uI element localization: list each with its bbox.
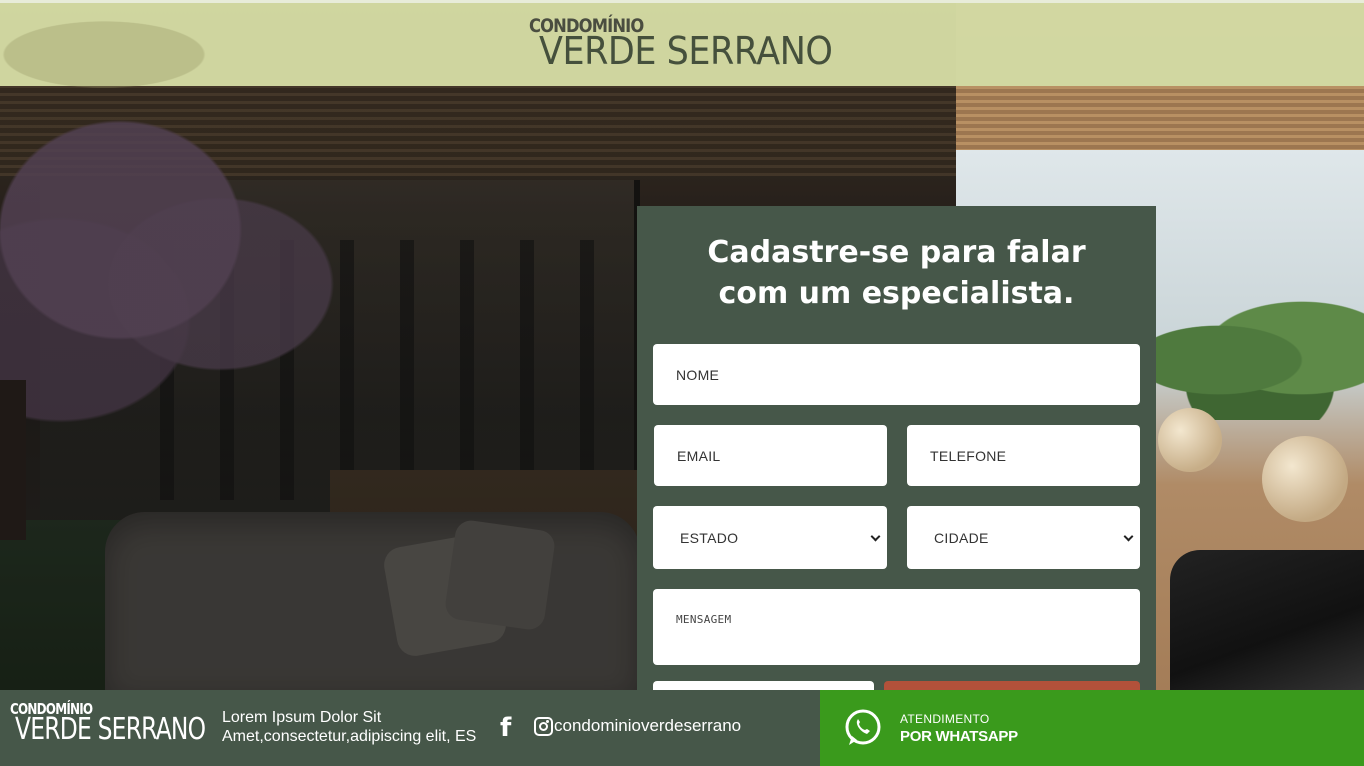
- form-title-line-2: com um especialista.: [718, 276, 1075, 311]
- state-select[interactable]: ESTADO: [653, 506, 887, 569]
- logo-verde-serrano-text: VERDE SERRANO: [539, 29, 833, 73]
- whatsapp-button[interactable]: ATENDIMENTO POR WHATSAPP: [820, 690, 1364, 766]
- lead-form-panel: Cadastre-se para falar com um especialis…: [637, 206, 1156, 690]
- city-select[interactable]: CIDADE: [907, 506, 1140, 569]
- name-placeholder: NOME: [676, 366, 720, 383]
- message-placeholder: MENSAGEM: [676, 613, 732, 626]
- instagram-icon[interactable]: [534, 717, 553, 736]
- whatsapp-icon: [845, 709, 881, 745]
- whatsapp-label-big: POR WHATSAPP: [900, 728, 1018, 745]
- email-input[interactable]: EMAIL: [654, 425, 887, 486]
- instagram-handle-link[interactable]: condominioverdeserrano: [554, 716, 741, 736]
- form-title: Cadastre-se para falar com um especialis…: [637, 232, 1156, 314]
- site-header: CONDOMÍNIO VERDE SERRANO: [0, 0, 1364, 89]
- whatsapp-label-small: ATENDIMENTO: [900, 712, 990, 726]
- message-textarea[interactable]: MENSAGEM: [653, 589, 1140, 665]
- city-select-value: CIDADE: [934, 529, 989, 546]
- secondary-form-button[interactable]: [653, 681, 874, 690]
- facebook-icon[interactable]: f: [500, 715, 516, 741]
- footer-address-text: Lorem Ipsum Dolor Sit Amet,consectetur,a…: [222, 709, 477, 745]
- chevron-down-icon: [1123, 531, 1134, 541]
- footer-logo-verde-serrano-text: VERDE SERRANO: [15, 712, 206, 747]
- site-footer: CONDOMÍNIO VERDE SERRANO Lorem Ipsum Dol…: [0, 690, 1364, 766]
- phone-input[interactable]: TELEFONE: [907, 425, 1140, 486]
- name-input[interactable]: NOME: [653, 344, 1140, 405]
- chevron-down-icon: [870, 531, 881, 541]
- email-placeholder: EMAIL: [677, 447, 721, 464]
- form-title-line-1: Cadastre-se para falar: [707, 235, 1086, 270]
- phone-placeholder: TELEFONE: [930, 447, 1007, 464]
- submit-button[interactable]: [884, 681, 1140, 690]
- state-select-value: ESTADO: [680, 529, 739, 546]
